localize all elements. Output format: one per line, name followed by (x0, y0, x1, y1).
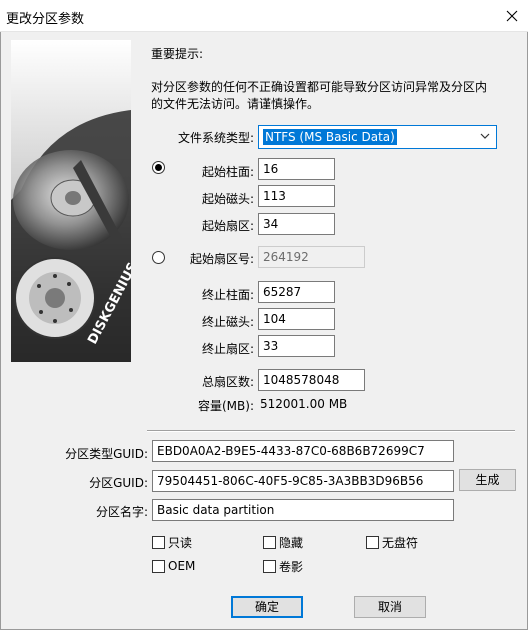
end-head-label: 终止磁头: (201, 315, 254, 329)
ok-button[interactable]: 确定 (231, 596, 303, 618)
notice-line-2: 的文件无法访问。请谨慎操作。 (151, 97, 320, 111)
oem-label: OEM (168, 559, 196, 573)
no-drive-letter-checkbox[interactable]: 无盘符 (366, 534, 418, 550)
chs-mode-radio[interactable] (152, 161, 165, 174)
total-sectors-input[interactable]: 1048578048 (258, 369, 365, 391)
start-sector-input[interactable]: 34 (258, 213, 335, 235)
notice-heading: 重要提示: (151, 47, 204, 61)
type-guid-label: 分区类型GUID: (65, 447, 148, 461)
end-sector-input[interactable]: 33 (258, 335, 335, 357)
end-sector-label: 终止扇区: (201, 342, 254, 356)
start-sector-label: 起始扇区: (201, 219, 254, 233)
partition-guid-input[interactable]: 79504451-806C-40F5-9C85-3A3BB3D96B56 (152, 470, 454, 492)
start-head-input[interactable]: 113 (258, 185, 335, 207)
chevron-down-icon (480, 133, 490, 139)
fs-type-select[interactable]: NTFS (MS Basic Data) (258, 125, 497, 149)
readonly-checkbox[interactable]: 只读 (152, 534, 192, 550)
close-button[interactable] (496, 0, 528, 31)
oem-checkbox[interactable]: OEM (152, 558, 195, 574)
hidden-checkbox[interactable]: 隐藏 (263, 534, 303, 550)
checkbox-box (152, 535, 165, 549)
fs-type-value: NTFS (MS Basic Data) (263, 129, 397, 145)
shadow-label: 卷影 (279, 559, 304, 574)
start-head-label: 起始磁头: (201, 192, 254, 206)
shadow-checkbox[interactable]: 卷影 (263, 558, 303, 574)
lba-mode-radio[interactable] (152, 251, 165, 264)
partition-name-label: 分区名字: (95, 505, 148, 519)
start-lba-input[interactable]: 264192 (258, 246, 365, 268)
checkbox-box (152, 559, 165, 573)
checkbox-box (366, 535, 379, 549)
no-drive-letter-label: 无盘符 (382, 535, 419, 550)
window-title: 更改分区参数 (6, 12, 85, 27)
end-cylinder-label: 终止柱面: (201, 288, 254, 302)
title-bar: 更改分区参数 (0, 0, 528, 32)
start-lba-label: 起始扇区号: (189, 252, 254, 266)
end-head-input[interactable]: 104 (258, 308, 335, 330)
type-guid-input[interactable]: EBD0A0A2-B9E5-4433-87C0-68B6B72699C7 (152, 440, 454, 462)
capacity-value: 512001.00 MB (260, 397, 348, 411)
hidden-label: 隐藏 (279, 535, 304, 550)
start-cylinder-label: 起始柱面: (201, 165, 254, 179)
checkbox-box (263, 559, 276, 573)
separator (147, 430, 515, 431)
total-sectors-label: 总扇区数: (201, 375, 254, 389)
start-cylinder-input[interactable]: 16 (258, 158, 335, 180)
capacity-label: 容量(MB): (198, 399, 254, 413)
partition-name-input[interactable]: Basic data partition (152, 499, 454, 521)
fs-type-label: 文件系统类型: (177, 131, 254, 145)
readonly-label: 只读 (168, 535, 193, 550)
partition-guid-label: 分区GUID: (89, 476, 148, 490)
cancel-button[interactable]: 取消 (354, 596, 426, 618)
checkbox-box (263, 535, 276, 549)
generate-guid-button[interactable]: 生成 (459, 469, 516, 491)
diskgenius-disk-image: DISKGENIUS (11, 40, 131, 362)
notice-line-1: 对分区参数的任何不正确设置都可能导致分区访问异常及分区内 (151, 80, 488, 94)
end-cylinder-input[interactable]: 65287 (258, 281, 335, 303)
close-icon (506, 10, 518, 21)
